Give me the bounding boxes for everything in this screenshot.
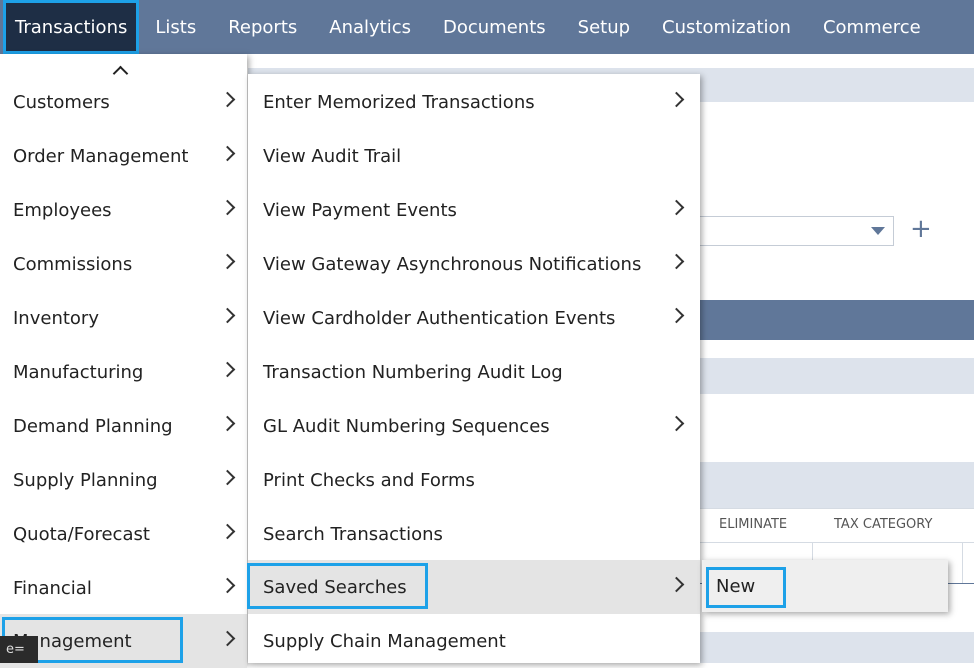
menu-item-supply-planning[interactable]: Supply Planning <box>0 453 247 507</box>
menu-item-label: Customers <box>13 91 110 113</box>
top-navigation: Transactions Lists Reports Analytics Doc… <box>0 0 974 54</box>
menu-item-order-management[interactable]: Order Management <box>0 129 247 183</box>
chevron-right-icon <box>668 307 685 324</box>
menu-item-label: Supply Chain Management <box>263 630 506 652</box>
chevron-right-icon <box>668 91 685 108</box>
nav-transactions[interactable]: Transactions <box>3 0 140 54</box>
menu-item-supply-chain-management[interactable]: Supply Chain Management <box>248 614 700 668</box>
chevron-right-icon <box>219 415 236 432</box>
chevron-right-icon <box>219 523 236 540</box>
column-header-eliminate[interactable]: ELIMINATE <box>719 508 787 540</box>
menu-item-label: Order Management <box>13 145 189 167</box>
nav-reports[interactable]: Reports <box>212 0 313 54</box>
menu-item-view-payment-events[interactable]: View Payment Events <box>248 183 700 237</box>
menu-item-financial[interactable]: Financial <box>0 561 247 615</box>
chevron-right-icon <box>668 576 685 593</box>
select-field[interactable] <box>700 216 894 246</box>
menu-item-view-audit-trail[interactable]: View Audit Trail <box>248 129 700 183</box>
highlight-new <box>706 567 786 608</box>
menu-item-customers[interactable]: Customers <box>0 75 247 129</box>
chevron-right-icon <box>668 415 685 432</box>
menu-item-label: Commissions <box>13 253 133 275</box>
menu-item-manufacturing[interactable]: Manufacturing <box>0 345 247 399</box>
table-divider <box>700 542 974 543</box>
menu-item-label: Financial <box>13 577 92 599</box>
nav-documents[interactable]: Documents <box>427 0 562 54</box>
menu-item-label: Supply Planning <box>13 469 158 491</box>
chevron-right-icon <box>219 469 236 486</box>
menu-item-label: Inventory <box>13 307 99 329</box>
menu-item-label: Enter Memorized Transactions <box>263 91 535 113</box>
menu-item-label: View Cardholder Authentication Events <box>263 307 616 329</box>
nav-setup[interactable]: Setup <box>562 0 646 54</box>
menu-item-label: Demand Planning <box>13 415 173 437</box>
plus-icon[interactable]: + <box>910 214 932 244</box>
menu-item-demand-planning[interactable]: Demand Planning <box>0 399 247 453</box>
chevron-right-icon <box>219 361 236 378</box>
menu-item-commissions[interactable]: Commissions <box>0 237 247 291</box>
menu-item-quota-forecast[interactable]: Quota/Forecast <box>0 507 247 561</box>
menu-item-view-cardholder-events[interactable]: View Cardholder Authentication Events <box>248 291 700 345</box>
highlight-saved-searches <box>247 563 428 609</box>
menu-item-label: View Payment Events <box>263 199 457 221</box>
table-divider <box>962 542 963 584</box>
menu-item-label: View Gateway Asynchronous Notifications <box>263 253 642 275</box>
menu-item-label: Search Transactions <box>263 523 443 545</box>
nav-commerce[interactable]: Commerce <box>807 0 937 54</box>
chevron-right-icon <box>219 253 236 270</box>
menu-item-search-transactions[interactable]: Search Transactions <box>248 507 700 561</box>
menu-item-label: Quota/Forecast <box>13 523 150 545</box>
menu-item-employees[interactable]: Employees <box>0 183 247 237</box>
dropdown-arrow-icon <box>871 227 885 235</box>
menu-item-inventory[interactable]: Inventory <box>0 291 247 345</box>
tooltip: e= <box>0 636 38 663</box>
column-header-tax-category[interactable]: TAX CATEGORY <box>834 508 932 540</box>
nav-lists[interactable]: Lists <box>139 0 212 54</box>
menu-item-enter-memorized-transactions[interactable]: Enter Memorized Transactions <box>248 75 700 129</box>
nav-analytics[interactable]: Analytics <box>313 0 427 54</box>
chevron-right-icon <box>668 199 685 216</box>
menu-item-gl-audit-sequences[interactable]: GL Audit Numbering Sequences <box>248 399 700 453</box>
menu-item-label: Transaction Numbering Audit Log <box>263 361 563 383</box>
menu-item-view-gateway-notifications[interactable]: View Gateway Asynchronous Notifications <box>248 237 700 291</box>
chevron-right-icon <box>219 630 236 647</box>
menu-item-label: GL Audit Numbering Sequences <box>263 415 550 437</box>
menu-item-label: Print Checks and Forms <box>263 469 475 491</box>
transactions-menu: Customers Order Management Employees Com… <box>0 54 247 668</box>
chevron-right-icon <box>219 199 236 216</box>
chevron-right-icon <box>668 253 685 270</box>
chevron-right-icon <box>219 145 236 162</box>
chevron-right-icon <box>219 307 236 324</box>
menu-item-numbering-audit-log[interactable]: Transaction Numbering Audit Log <box>248 345 700 399</box>
nav-customization[interactable]: Customization <box>646 0 807 54</box>
menu-item-label: View Audit Trail <box>263 145 402 167</box>
chevron-right-icon <box>219 577 236 594</box>
chevron-right-icon <box>219 91 236 108</box>
menu-item-label: Manufacturing <box>13 361 144 383</box>
menu-item-label: Employees <box>13 199 112 221</box>
menu-item-print-checks[interactable]: Print Checks and Forms <box>248 453 700 507</box>
